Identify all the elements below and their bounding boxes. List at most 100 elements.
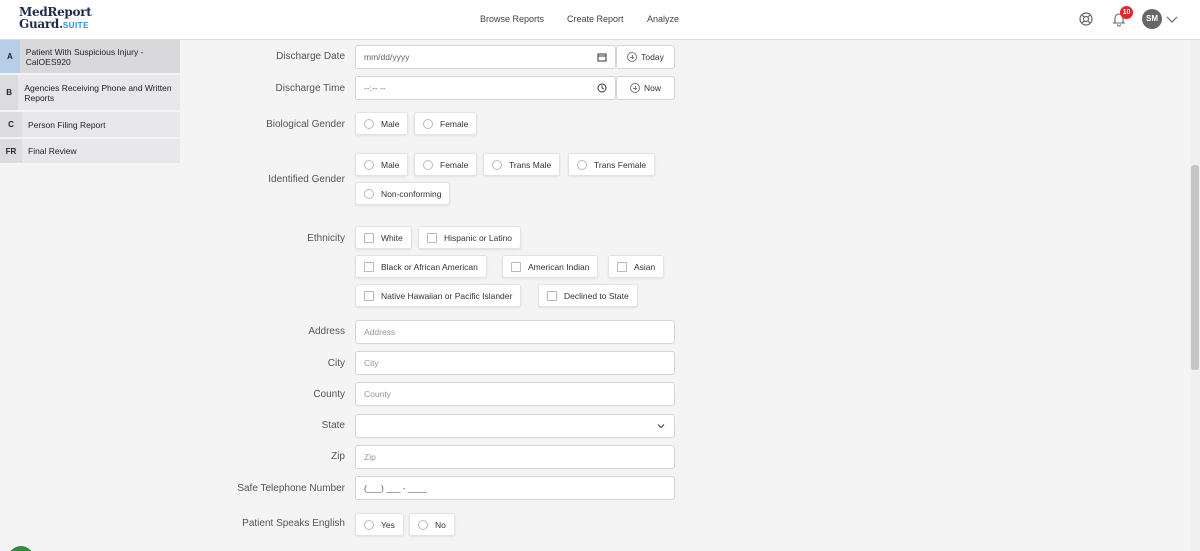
sidebar-item-letter: FR (0, 139, 22, 163)
option-label: Asian (634, 261, 656, 272)
sidebar-item-c[interactable]: C Person Filing Report (0, 112, 180, 139)
radio-icon (364, 118, 374, 129)
identified-gender-option[interactable]: Trans Female (568, 153, 656, 176)
notification-badge: 10 (1120, 6, 1133, 19)
phone-placeholder: (___) ___ - ____ (364, 483, 427, 493)
sidebar-item-final-review[interactable]: FR Final Review (0, 139, 180, 165)
discharge-date-input[interactable]: mm/dd/yyyy (355, 45, 616, 69)
option-label: Male (381, 118, 400, 129)
radio-icon (492, 159, 502, 170)
option-label: Non-conforming (381, 188, 442, 199)
ethnicity-option[interactable]: White (355, 226, 412, 249)
ethnicity-option[interactable]: Declined to State (538, 284, 638, 307)
today-button-label: Today (641, 52, 664, 62)
city-input[interactable]: City (355, 351, 675, 375)
radio-icon (423, 118, 433, 129)
avatar[interactable]: SM (1142, 9, 1162, 29)
today-button[interactable]: Today (616, 45, 675, 69)
discharge-time-input[interactable]: --:-- -- (355, 76, 616, 100)
checkbox-icon (427, 232, 437, 243)
clock-icon[interactable] (597, 83, 607, 93)
checkbox-icon (547, 290, 557, 301)
county-input[interactable]: County (355, 382, 675, 406)
ethnicity-option[interactable]: Asian (608, 255, 665, 278)
radio-icon (418, 519, 428, 530)
calendar-icon[interactable] (597, 52, 607, 62)
discharge-date-placeholder: mm/dd/yyyy (364, 52, 410, 62)
identified-gender-option[interactable]: Non-conforming (355, 182, 451, 205)
option-label: Declined to State (564, 290, 629, 301)
city-label: City (327, 358, 345, 369)
logo-suite: SUITE (62, 21, 89, 30)
bio-gender-option[interactable]: Male (355, 112, 409, 135)
option-label: Female (440, 159, 469, 170)
ethnicity-option[interactable]: Black or African American (355, 255, 487, 278)
radio-icon (577, 159, 587, 170)
option-label: Male (381, 159, 400, 170)
option-label: Female (440, 118, 469, 129)
checkbox-icon (364, 232, 374, 243)
ethnicity-option[interactable]: Native Hawaiian or Pacific Islander (355, 284, 522, 307)
discharge-date-label: Discharge Date (276, 51, 345, 62)
address-placeholder: Address (364, 327, 396, 337)
plus-circle-icon (629, 83, 640, 93)
nav-analyze[interactable]: Analyze (647, 14, 679, 24)
option-label: American Indian (528, 261, 590, 272)
option-label: Yes (381, 519, 395, 530)
zip-label: Zip (331, 451, 345, 462)
sidebar-item-a[interactable]: A Patient With Suspicious Injury - CalOE… (0, 40, 180, 75)
radio-icon (364, 519, 374, 530)
english-option-no[interactable]: No (409, 513, 455, 536)
chevron-down-icon (657, 424, 665, 429)
ethnicity-option[interactable]: Hispanic or Latino (418, 226, 522, 249)
sidebar-item-letter: C (0, 112, 22, 137)
app-logo[interactable]: MedReport Guard.SUITE (19, 6, 92, 32)
nav-create-report[interactable]: Create Report (567, 14, 624, 24)
safe-telephone-label: Safe Telephone Number (237, 483, 345, 494)
safe-telephone-input[interactable]: (___) ___ - ____ (355, 476, 675, 500)
sidebar-item-label: Patient With Suspicious Injury - CalOES9… (25, 46, 144, 67)
nav-browse-reports[interactable]: Browse Reports (480, 14, 544, 24)
sidebar-item-b[interactable]: B Agencies Receiving Phone and Written R… (0, 75, 180, 112)
now-button[interactable]: Now (616, 76, 675, 100)
option-label: No (435, 519, 446, 530)
radio-icon (423, 159, 433, 170)
option-label: Native Hawaiian or Pacific Islander (381, 290, 513, 301)
sidebar-item-label: Final Review (28, 146, 77, 156)
top-navbar: MedReport Guard.SUITE Browse Reports Cre… (0, 0, 1200, 40)
discharge-time-label: Discharge Time (275, 83, 345, 94)
radio-icon (364, 188, 374, 199)
identified-gender-option[interactable]: Female (414, 153, 478, 176)
identified-gender-option[interactable]: Male (355, 153, 409, 176)
bio-gender-option[interactable]: Female (414, 112, 478, 135)
state-select[interactable] (355, 414, 675, 438)
identified-gender-option[interactable]: Trans Male (483, 153, 561, 176)
english-option-yes[interactable]: Yes (355, 513, 404, 536)
scrollbar-thumb[interactable] (1191, 165, 1199, 370)
logo-line2: Guard. (19, 17, 63, 31)
checkbox-icon (364, 290, 374, 301)
option-label: Black or African American (381, 261, 478, 272)
county-label: County (313, 389, 345, 400)
option-label: Hispanic or Latino (444, 232, 513, 243)
option-label: White (381, 232, 403, 243)
plus-circle-icon (627, 52, 638, 62)
chevron-down-icon[interactable] (1165, 12, 1179, 26)
zip-input[interactable]: Zip (355, 445, 675, 469)
checkbox-icon (364, 261, 374, 272)
lifebuoy-icon[interactable] (1078, 11, 1094, 27)
patient-speaks-english-label: Patient Speaks English (242, 518, 345, 529)
city-placeholder: City (364, 358, 379, 368)
checkbox-icon (511, 261, 521, 272)
ethnicity-label: Ethnicity (307, 233, 345, 244)
option-label: Trans Male (509, 159, 552, 170)
sidebar-item-letter: B (0, 75, 19, 110)
option-label: Trans Female (594, 159, 647, 170)
address-label: Address (308, 326, 345, 337)
ethnicity-option[interactable]: American Indian (502, 255, 599, 278)
address-input[interactable]: Address (355, 320, 675, 344)
checkbox-icon (617, 261, 627, 272)
sidebar-item-label: Person Filing Report (28, 119, 106, 130)
chat-fab-button[interactable] (8, 546, 34, 551)
now-button-label: Now (643, 83, 661, 93)
